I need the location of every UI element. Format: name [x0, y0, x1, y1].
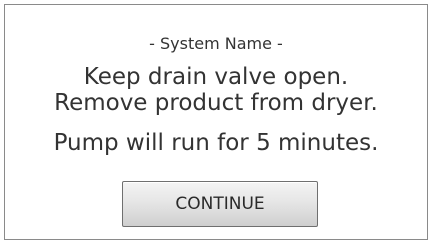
instruction-remove-product: Remove product from dryer. [54, 90, 378, 116]
instruction-pump-duration: Pump will run for 5 minutes. [53, 130, 379, 156]
continue-button[interactable]: CONTINUE [122, 181, 318, 227]
system-name-label: - System Name - [149, 34, 283, 53]
instruction-drain-valve: Keep drain valve open. [83, 64, 349, 90]
dialog-screen: - System Name - Keep drain valve open. R… [4, 4, 428, 240]
continue-button-label: CONTINUE [175, 194, 265, 214]
